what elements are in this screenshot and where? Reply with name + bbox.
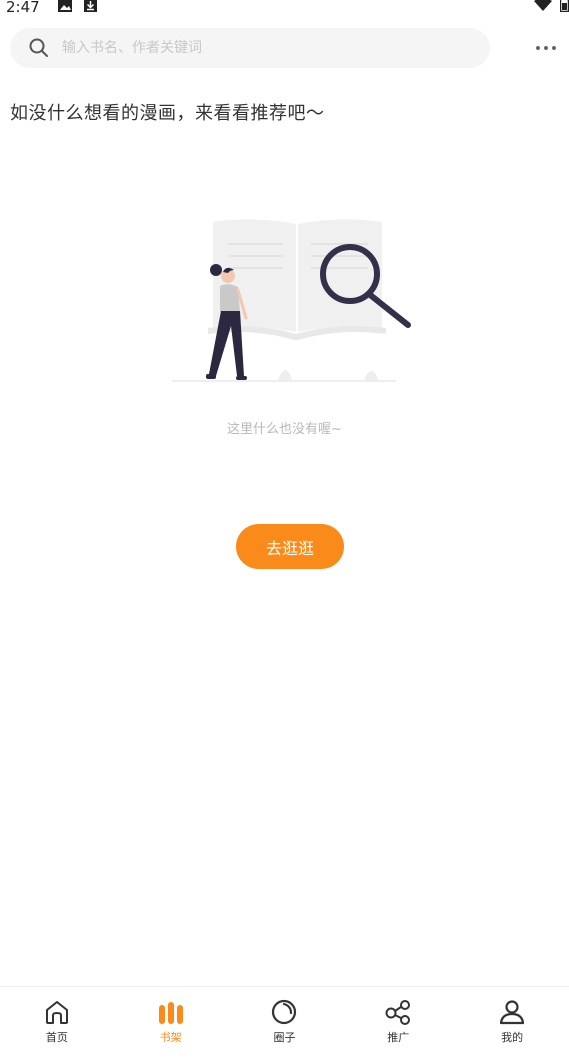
nav-label-bookshelf: 书架 (159, 1031, 182, 1044)
search-icon (28, 37, 50, 59)
empty-state-message: 这里什么也没有喔~ (227, 422, 342, 437)
search-bar[interactable] (10, 28, 490, 68)
nav-item-circle[interactable]: 圈子 (228, 987, 342, 1059)
battery-icon (560, 0, 569, 12)
download-notification-icon (84, 0, 97, 12)
nav-item-profile[interactable]: 我的 (455, 987, 569, 1059)
bookshelf-icon (156, 997, 186, 1027)
search-input[interactable] (60, 39, 464, 57)
home-icon (42, 997, 72, 1027)
nav-item-bookshelf[interactable]: 书架 (114, 987, 228, 1059)
notification-icons (58, 0, 97, 12)
system-status-icons (534, 0, 569, 12)
status-time: 2:47 (6, 0, 40, 16)
nav-label-circle: 圈子 (273, 1031, 296, 1044)
more-options-button[interactable] (529, 34, 563, 62)
share-icon (383, 997, 413, 1027)
browse-button[interactable]: 去逛逛 (236, 524, 344, 569)
bottom-navigation: 首页 书架 圈子 推广 我的 (0, 986, 569, 1059)
nav-item-promotion[interactable]: 推广 (341, 987, 455, 1059)
profile-icon (497, 997, 527, 1027)
recommendation-prompt: 如没什么想看的漫画，来看看推荐吧～ (10, 103, 325, 124)
status-bar: 2:47 (0, 0, 569, 18)
nav-label-promotion: 推广 (387, 1031, 410, 1044)
image-notification-icon (58, 0, 72, 12)
empty-state-illustration (172, 219, 411, 382)
wifi-icon (534, 0, 552, 11)
more-dot (536, 46, 540, 50)
more-dot (544, 46, 548, 50)
nav-label-home: 首页 (45, 1031, 68, 1044)
circle-icon (269, 997, 299, 1027)
app-screen: 2:47 输入书名、作者关键词 如没什么想看的漫画，来看看推荐吧～ 这里什么也没… (0, 0, 569, 1059)
more-dot (552, 46, 556, 50)
nav-label-profile: 我的 (501, 1031, 524, 1044)
nav-item-home[interactable]: 首页 (0, 987, 114, 1059)
